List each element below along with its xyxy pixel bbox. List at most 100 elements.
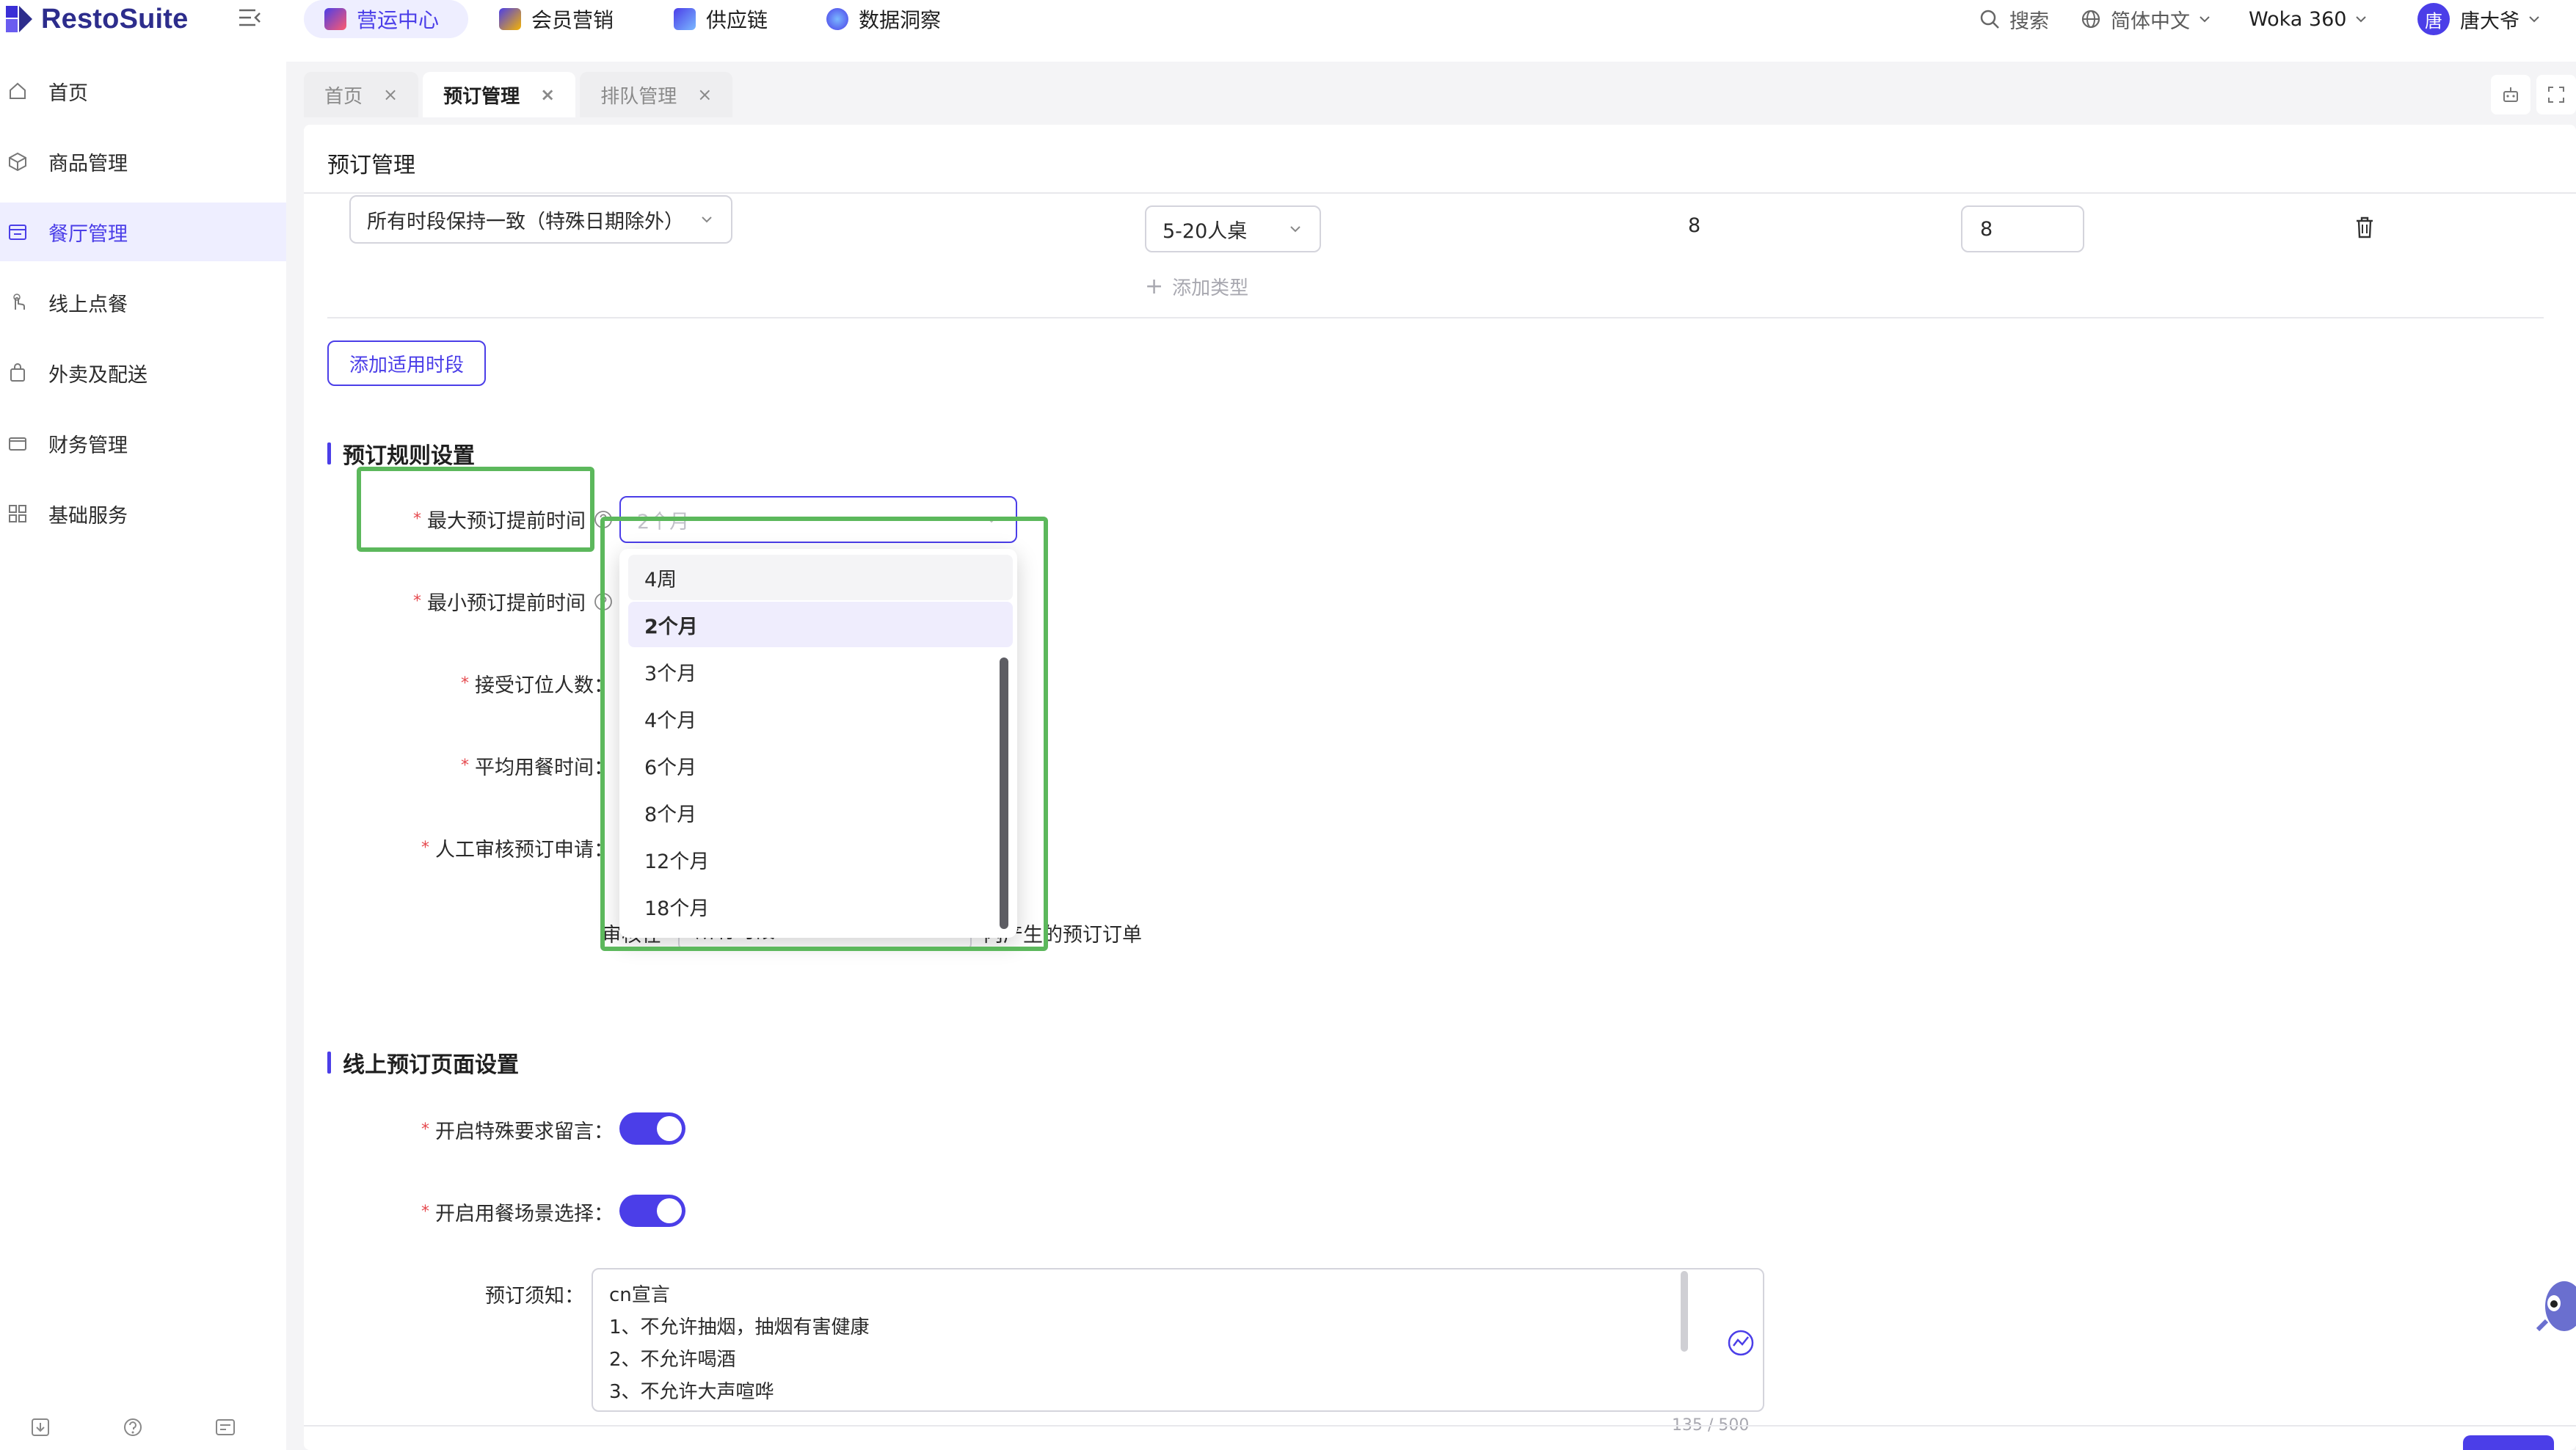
section-title-text: 线上预订页面设置	[343, 1052, 519, 1078]
special-request-label-text: 开启特殊要求留言：	[435, 1121, 614, 1143]
period-select[interactable]: 所有时段保持一致（特殊日期除外）	[349, 195, 732, 244]
user-name: 唐大爷	[2460, 10, 2519, 33]
collapse-menu-icon[interactable]	[236, 4, 263, 31]
download-icon[interactable]	[29, 1416, 51, 1438]
notice-textarea[interactable]: cn宣言 1、不允许抽烟，抽烟有害健康 2、不允许喝酒 3、不允许大声喧哗	[592, 1268, 1764, 1412]
avatar: 唐	[2417, 3, 2450, 35]
dropdown-highlight-box	[600, 517, 1048, 951]
sidebar	[0, 62, 286, 1450]
language-selector[interactable]: 简体中文	[2080, 0, 2212, 38]
tab-tools-button[interactable]	[2491, 75, 2530, 114]
sidebar-item-label: 线上点餐	[48, 293, 128, 316]
top-nav-label: 会员营销	[531, 8, 614, 32]
scene-label-text: 开启用餐场景选择：	[435, 1203, 614, 1225]
plus-icon: +	[1145, 274, 1164, 299]
scene-toggle[interactable]	[619, 1195, 685, 1227]
box-icon	[9, 152, 26, 172]
search-button[interactable]: 搜索	[1979, 0, 2049, 38]
page-title: 预订管理	[327, 153, 415, 178]
language-label: 简体中文	[2111, 10, 2190, 33]
home-icon	[10, 82, 26, 99]
top-nav-data-insight[interactable]: 数据洞察	[806, 0, 961, 38]
add-type-button[interactable]: + 添加类型	[1145, 273, 1248, 300]
add-period-button[interactable]: 添加适用时段	[327, 340, 487, 386]
top-nav-ops-center[interactable]: 营运中心	[304, 0, 468, 38]
save-button[interactable]	[2463, 1435, 2554, 1450]
chevron-down-icon	[2200, 16, 2210, 23]
toggle-knob	[657, 1116, 682, 1141]
chevron-down-icon	[2356, 16, 2367, 23]
sidebar-item-label: 外卖及配送	[48, 363, 148, 387]
search-icon	[1980, 10, 1999, 29]
chevron-down-icon	[702, 216, 712, 223]
min-advance-label-text: 最小预订提前时间	[427, 592, 586, 615]
label-highlight-box	[357, 467, 594, 552]
store-icon	[9, 225, 26, 240]
bag-icon	[10, 363, 25, 382]
required-mark: *	[461, 674, 469, 693]
sidebar-item-restaurant[interactable]: 餐厅管理	[0, 203, 286, 261]
supply-chain-icon	[674, 8, 696, 30]
manual-review-label: * 人工审核预订申请 ：	[367, 834, 614, 862]
notice-line: 2、不允许喝酒	[609, 1349, 736, 1371]
sidebar-item-label: 首页	[48, 81, 88, 105]
ops-center-icon	[324, 8, 346, 30]
top-nav-label: 供应链	[706, 8, 768, 32]
sidebar-item-label: 基础服务	[48, 504, 128, 528]
required-mark: *	[421, 1203, 429, 1221]
table-type-select[interactable]: 5-20人桌	[1145, 205, 1321, 252]
sidebar-item-products[interactable]: 商品管理	[0, 132, 286, 191]
required-mark: *	[421, 1121, 429, 1139]
required-mark: *	[461, 757, 469, 775]
help-icon[interactable]	[122, 1416, 144, 1438]
chevron-down-icon	[1290, 226, 1300, 233]
sidebar-item-home[interactable]: 首页	[0, 62, 286, 120]
grid-icon	[9, 505, 26, 522]
mascot-assistant-icon[interactable]	[2532, 1262, 2576, 1350]
required-mark: *	[421, 839, 429, 857]
top-nav-supply-chain[interactable]: 供应链	[653, 0, 788, 38]
user-menu[interactable]: 唐 唐大爷	[2417, 0, 2542, 38]
robot-icon	[2503, 87, 2518, 102]
notice-label: 预订须知：	[485, 1285, 584, 1308]
special-request-label: * 开启特殊要求留言：	[367, 1115, 614, 1144]
avg-dining-label: * 平均用餐时间 ：	[367, 751, 614, 780]
period-divider	[327, 317, 2544, 318]
tab-queue[interactable]: 排队管理 ×	[580, 72, 733, 117]
notice-line: 3、不允许大声喧哗	[609, 1381, 774, 1403]
required-mark: *	[413, 592, 421, 611]
sidebar-item-finance[interactable]: 财务管理	[0, 414, 286, 473]
message-icon[interactable]	[214, 1416, 236, 1438]
ai-assist-icon[interactable]	[1726, 1328, 1755, 1358]
member-marketing-icon	[499, 8, 521, 30]
tab-home[interactable]: 首页 ×	[304, 72, 419, 117]
tab-reservation[interactable]: 预订管理 ×	[423, 72, 576, 117]
tab-label: 排队管理	[600, 85, 677, 108]
period-select-value: 所有时段保持一致（特殊日期除外）	[367, 210, 684, 233]
close-icon[interactable]: ×	[383, 84, 398, 105]
tap-icon	[13, 294, 25, 310]
special-request-toggle[interactable]	[619, 1112, 685, 1145]
fullscreen-button[interactable]	[2536, 75, 2576, 114]
close-icon[interactable]: ×	[540, 84, 555, 105]
trash-icon[interactable]	[2354, 216, 2375, 239]
table-count-input[interactable]: 8	[1961, 205, 2084, 252]
scene-label: * 开启用餐场景选择：	[367, 1198, 614, 1226]
workspace-selector[interactable]: Woka 360	[2249, 0, 2368, 38]
tab-label: 预订管理	[443, 85, 520, 108]
textarea-scrollbar[interactable]	[1681, 1271, 1688, 1352]
sidebar-item-basic-services[interactable]: 基础服务	[0, 484, 286, 543]
app-name: RestoSuite	[41, 3, 189, 34]
top-nav-label: 营运中心	[357, 8, 440, 32]
min-advance-label: * 最小预订提前时间	[367, 587, 614, 616]
sidebar-item-delivery[interactable]: 外卖及配送	[0, 343, 286, 402]
notice-line: cn宣言	[609, 1284, 670, 1306]
top-nav-label: 数据洞察	[859, 8, 942, 32]
section-accent-bar	[327, 1052, 331, 1074]
avg-dining-label-text: 平均用餐时间	[475, 757, 594, 779]
sidebar-item-online-order[interactable]: 线上点餐	[0, 273, 286, 332]
app-logo[interactable]: RestoSuite	[3, 0, 188, 38]
close-icon[interactable]: ×	[697, 84, 712, 105]
top-nav-member-marketing[interactable]: 会员营销	[479, 0, 634, 38]
toggle-knob	[657, 1198, 682, 1223]
